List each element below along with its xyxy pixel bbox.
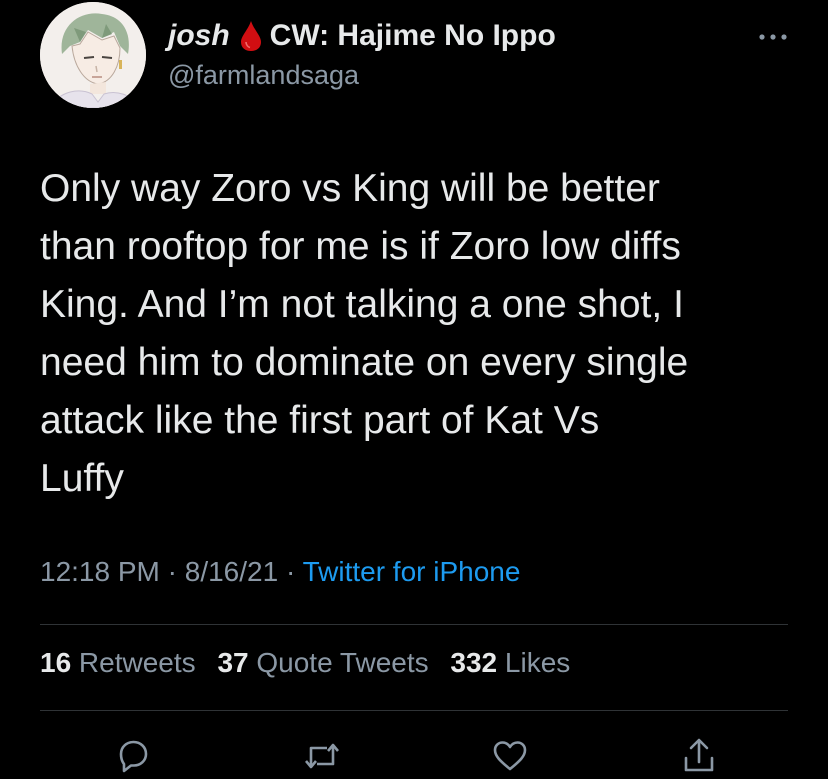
action-bar bbox=[0, 728, 828, 779]
tweet: josh CW: Hajime No Ippo @farmlandsaga On… bbox=[0, 0, 828, 779]
tweet-date[interactable]: 8/16/21 bbox=[185, 556, 278, 587]
meta-separator: · bbox=[278, 556, 303, 587]
like-icon bbox=[493, 741, 527, 771]
likes-count: 332 bbox=[450, 647, 498, 678]
quote-tweets-label: Quote Tweets bbox=[248, 647, 429, 678]
tweet-text-line: King. And I’m not talking a one shot, I bbox=[40, 283, 684, 326]
display-name-row[interactable]: josh CW: Hajime No Ippo bbox=[168, 16, 556, 56]
display-name[interactable]: josh bbox=[168, 19, 230, 53]
avatar[interactable] bbox=[40, 2, 146, 108]
display-name-first: josh bbox=[168, 19, 230, 52]
share-button[interactable] bbox=[679, 736, 719, 776]
retweet-icon bbox=[305, 743, 339, 769]
likes-label: Likes bbox=[497, 647, 571, 678]
more-options-icon[interactable] bbox=[758, 30, 788, 42]
tweet-text-line: need him to dominate on every single bbox=[40, 341, 689, 384]
retweet-button[interactable] bbox=[302, 736, 342, 776]
retweets-stat[interactable]: 16 Retweets bbox=[40, 647, 196, 678]
tweet-meta: 12:18 PM · 8/16/21 · Twitter for iPhone bbox=[40, 556, 520, 588]
author-handle[interactable]: @farmlandsaga bbox=[168, 60, 556, 91]
tweet-text-line: attack like the first part of Kat Vs bbox=[40, 399, 600, 442]
quote-tweets-stat[interactable]: 37 Quote Tweets bbox=[217, 647, 428, 678]
tweet-text: Only way Zoro vs King will be better tha… bbox=[40, 160, 800, 508]
tweet-time[interactable]: 12:18 PM bbox=[40, 556, 160, 587]
likes-stat[interactable]: 332 Likes bbox=[450, 647, 570, 678]
tweet-text-line: Luffy bbox=[40, 457, 124, 500]
like-button[interactable] bbox=[490, 736, 530, 776]
reply-icon bbox=[119, 740, 148, 773]
tweet-stats: 16 Retweets 37 Quote Tweets 332 Likes bbox=[40, 647, 584, 679]
meta-separator: · bbox=[159, 556, 185, 587]
tweet-source-link[interactable]: Twitter for iPhone bbox=[303, 556, 521, 587]
avatar-image bbox=[40, 2, 146, 108]
reply-button[interactable] bbox=[113, 736, 153, 776]
author-block: josh CW: Hajime No Ippo @farmlandsaga bbox=[168, 16, 556, 91]
retweets-count: 16 bbox=[40, 647, 72, 678]
tweet-text-line: than rooftop for me is if Zoro low diffs bbox=[40, 225, 681, 268]
divider bbox=[40, 624, 788, 625]
display-name-rest[interactable]: CW: Hajime No Ippo bbox=[270, 19, 556, 53]
quote-tweets-count: 37 bbox=[217, 647, 249, 678]
retweets-label: Retweets bbox=[71, 647, 196, 678]
share-icon bbox=[684, 738, 714, 772]
divider bbox=[40, 710, 788, 711]
tweet-text-line: Only way Zoro vs King will be better bbox=[40, 167, 660, 210]
blood-drop-icon bbox=[240, 20, 262, 52]
